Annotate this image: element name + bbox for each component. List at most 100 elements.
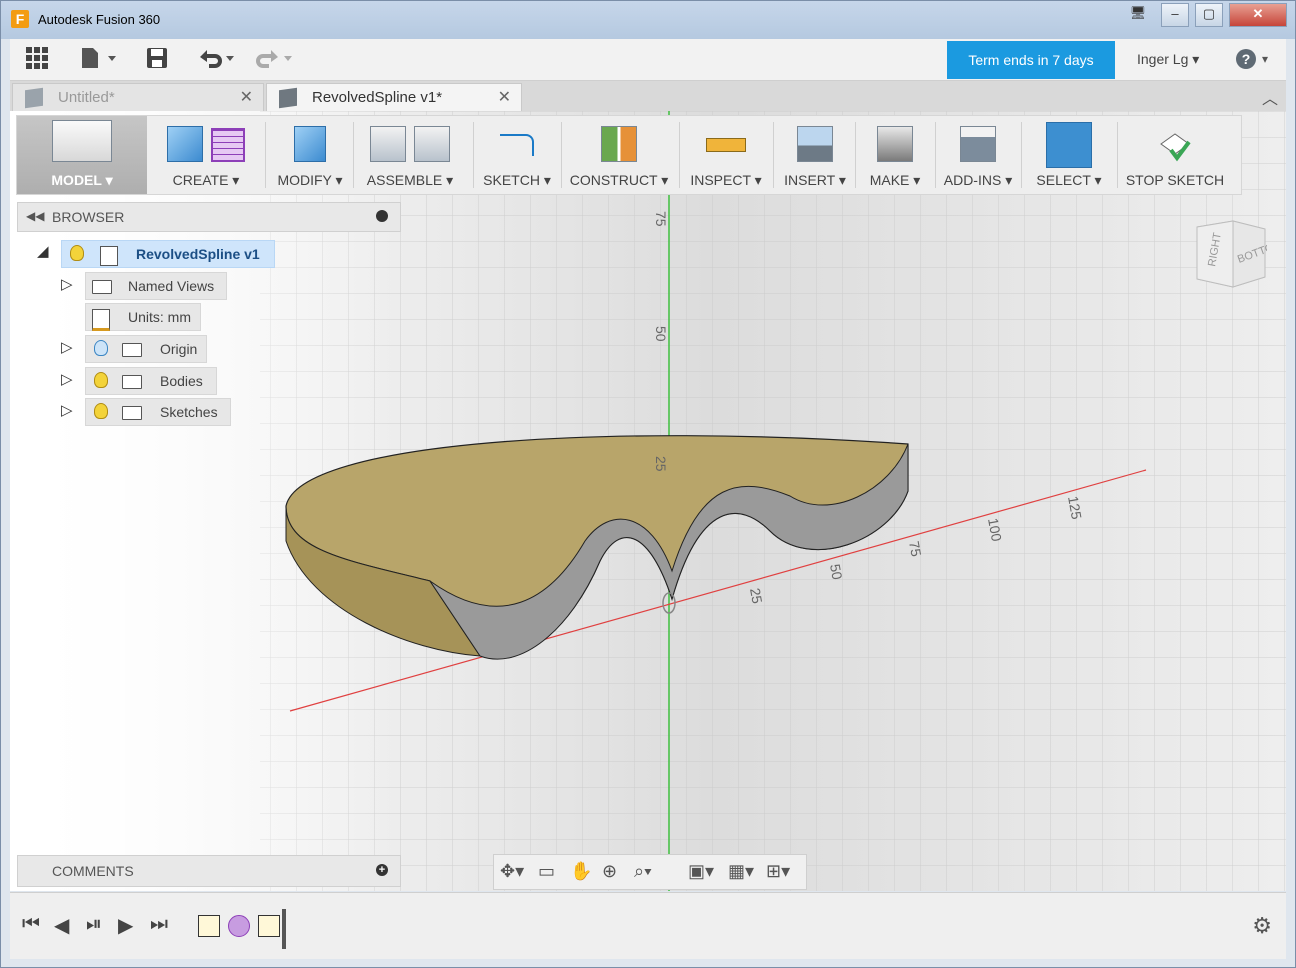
visibility-bulb-icon[interactable]: [94, 403, 108, 419]
expand-triangle-icon[interactable]: ▷: [61, 401, 73, 419]
origin-label: Origin: [160, 341, 198, 357]
tree-root[interactable]: ◢ RevolvedSpline v1: [35, 240, 295, 268]
tab-label: Untitled*: [58, 89, 115, 106]
go-to-end-icon[interactable]: ⏭: [150, 913, 168, 936]
go-to-start-icon[interactable]: ⏮: [22, 913, 40, 936]
undo-icon[interactable]: [196, 47, 236, 71]
browser-header[interactable]: ◀◀ BROWSER: [17, 202, 401, 232]
tree-origin[interactable]: ▷ Origin: [59, 335, 239, 363]
redo-icon[interactable]: [254, 47, 294, 71]
expand-triangle-icon[interactable]: ▷: [61, 338, 73, 356]
maximize-button[interactable]: ▢: [1195, 3, 1223, 27]
document-tabs: Untitled* ✕ RevolvedSpline v1* ✕ ︿: [10, 81, 1286, 112]
construct-label: CONSTRUCT ▾: [569, 172, 669, 188]
bodies-label: Bodies: [160, 373, 203, 389]
press-pull-icon: [294, 126, 326, 162]
timeline-revolve-icon[interactable]: [228, 915, 250, 937]
file-menu-icon[interactable]: [80, 47, 118, 71]
construct-menu[interactable]: CONSTRUCT ▾: [565, 116, 673, 194]
help-icon[interactable]: ?: [1236, 49, 1256, 69]
root-label: RevolvedSpline v1: [136, 246, 260, 262]
ribbon-divider: [855, 122, 856, 188]
close-tab-icon[interactable]: ✕: [240, 84, 253, 112]
collapse-ribbon-icon[interactable]: ︿: [1262, 85, 1278, 109]
help-dropdown-icon[interactable]: ▾: [1262, 47, 1268, 71]
modify-label: MODIFY ▾: [277, 172, 343, 188]
tree-units[interactable]: Units: mm: [59, 303, 239, 331]
model-label: MODEL ▾: [51, 172, 113, 188]
expand-triangle-icon[interactable]: ▷: [61, 370, 73, 388]
stop-sketch-button[interactable]: STOP SKETCH: [1121, 116, 1229, 194]
units-icon: [92, 309, 110, 331]
axis-label-h-50: 50: [827, 563, 845, 581]
display-settings-icon[interactable]: ▣▾: [688, 861, 714, 882]
step-back-icon[interactable]: ◀: [54, 913, 69, 938]
look-at-icon[interactable]: ▭: [538, 861, 555, 882]
units-node[interactable]: Units: mm: [85, 303, 201, 331]
named-views-label: Named Views: [128, 278, 215, 294]
step-forward-icon[interactable]: ▶: [118, 913, 133, 938]
timeline-sketch-icon[interactable]: [198, 915, 220, 937]
workspace-model-button[interactable]: MODEL ▾: [17, 116, 147, 194]
tree-named-views[interactable]: ▷ Named Views: [59, 272, 239, 300]
new-component-icon: [370, 126, 406, 162]
fit-zoom-icon[interactable]: ⌕▾: [634, 861, 652, 882]
sketches-node[interactable]: Sketches: [85, 398, 231, 426]
taskbar-icon[interactable]: 🖥: [1127, 3, 1149, 25]
visibility-bulb-icon[interactable]: [94, 372, 108, 388]
close-tab-icon[interactable]: ✕: [498, 84, 511, 112]
make-menu[interactable]: MAKE ▾: [859, 116, 931, 194]
play-icon[interactable]: ⏯: [86, 913, 102, 936]
tab-label: RevolvedSpline v1*: [312, 89, 443, 106]
tab-untitled[interactable]: Untitled* ✕: [12, 83, 264, 112]
addins-menu[interactable]: ADD-INS ▾: [939, 116, 1017, 194]
timeline-sketch-icon[interactable]: [258, 915, 280, 937]
expand-triangle-icon[interactable]: ▷: [61, 275, 73, 293]
viewports-icon[interactable]: ⊞▾: [766, 861, 790, 882]
pan-hand-icon[interactable]: ✋: [570, 861, 592, 882]
modify-menu[interactable]: MODIFY ▾: [269, 116, 351, 194]
origin-node[interactable]: Origin: [85, 335, 207, 363]
box-icon: [167, 126, 203, 162]
root-node[interactable]: RevolvedSpline v1: [61, 240, 275, 268]
grid-settings-icon[interactable]: ▦▾: [728, 861, 754, 882]
orbit-icon[interactable]: ✥▾: [500, 861, 524, 882]
tree-bodies[interactable]: ▷ Bodies: [59, 367, 239, 395]
inspect-menu[interactable]: INSPECT ▾: [683, 116, 769, 194]
visibility-bulb-icon[interactable]: [94, 340, 108, 356]
data-panel-grid-icon[interactable]: [26, 47, 48, 71]
fusion-logo-icon: F: [11, 10, 29, 28]
insert-label: INSERT ▾: [784, 172, 846, 188]
create-menu[interactable]: CREATE ▾: [153, 116, 259, 194]
mesh-sphere-icon: [211, 128, 245, 162]
bodies-node[interactable]: Bodies: [85, 367, 217, 395]
timeline-marker[interactable]: [282, 909, 286, 949]
view-cube[interactable]: RIGHT BOTTOM: [1193, 219, 1284, 288]
navigation-bar: ✥▾ ▭ ✋ ⊕ ⌕▾ ▣▾ ▦▾ ⊞▾: [493, 854, 807, 890]
assemble-menu[interactable]: ASSEMBLE ▾: [357, 116, 463, 194]
visibility-bulb-icon[interactable]: [70, 245, 84, 261]
offset-plane-icon: [601, 126, 637, 162]
minimize-button[interactable]: –: [1161, 3, 1189, 27]
ribbon-divider: [561, 122, 562, 188]
named-views-node[interactable]: Named Views: [85, 272, 227, 300]
ribbon-divider: [935, 122, 936, 188]
insert-menu[interactable]: INSERT ▾: [777, 116, 853, 194]
zoom-icon[interactable]: ⊕: [602, 861, 617, 882]
select-menu[interactable]: SELECT ▾: [1025, 116, 1113, 194]
scripts-addins-icon: [960, 126, 996, 162]
add-comment-icon[interactable]: +: [376, 864, 388, 876]
collapse-browser-icon[interactable]: ◀◀: [26, 209, 44, 223]
save-icon[interactable]: [146, 47, 168, 71]
close-button[interactable]: ✕: [1229, 3, 1287, 27]
comments-panel[interactable]: COMMENTS +: [17, 855, 401, 887]
browser-pin-icon[interactable]: [376, 210, 388, 222]
ribbon-divider: [1117, 122, 1118, 188]
gear-icon[interactable]: ⚙: [1252, 913, 1272, 939]
user-menu[interactable]: Inger Lg ▾: [1137, 51, 1199, 68]
tree-sketches[interactable]: ▷ Sketches: [59, 398, 239, 426]
tab-revolvedspline[interactable]: RevolvedSpline v1* ✕: [266, 83, 522, 112]
collapse-triangle-icon[interactable]: ◢: [37, 242, 49, 260]
trial-term-badge[interactable]: Term ends in 7 days: [947, 41, 1115, 79]
sketch-menu[interactable]: SKETCH ▾: [477, 116, 557, 194]
